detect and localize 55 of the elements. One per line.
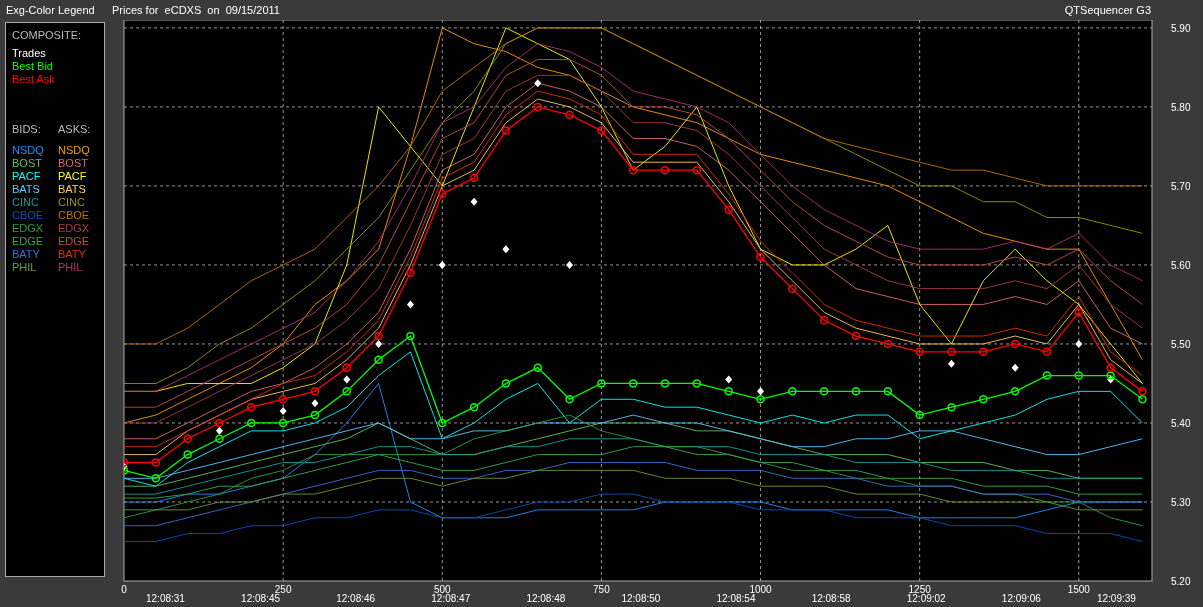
y-axis-label: 5.40	[1171, 417, 1191, 429]
legend-entry: BOST	[58, 157, 89, 169]
time-label: 12:08:31	[146, 593, 185, 604]
time-label: 12:08:50	[621, 593, 661, 604]
legend-heading: COMPOSITE:	[12, 29, 83, 41]
legend-entry: PACF	[58, 170, 88, 182]
legend-entry: PACF	[12, 170, 42, 182]
y-axis-label: 5.30	[1171, 497, 1191, 508]
legend-entry: Best Bid	[12, 60, 54, 72]
y-axis-label: 5.20	[1171, 576, 1191, 587]
y-axis-label: 5.50	[1171, 338, 1191, 350]
time-label: 12:08:45	[241, 593, 281, 604]
x-axis-label: 500	[433, 584, 451, 595]
legend-entry: BOST	[12, 157, 43, 169]
legend-entry: CINC	[58, 196, 86, 208]
time-label: 12:08:48	[526, 593, 566, 604]
legend-entry: EDGX	[12, 222, 45, 234]
chart-title: Prices for eCDXS on 09/15/2011	[112, 4, 281, 16]
time-label: 12:08:46	[336, 593, 376, 604]
y-axis-label: 5.80	[1171, 101, 1191, 113]
legend-entry: NSDQ	[12, 144, 45, 156]
legend-entry: Trades	[12, 47, 47, 59]
time-label: 12:09:39	[1096, 593, 1136, 604]
x-axis-label: 1250	[908, 584, 931, 595]
legend-heading: BIDS:	[12, 123, 42, 135]
legend-entry: NSDQ	[58, 144, 91, 156]
x-axis-label: 750	[593, 584, 610, 595]
legend-entry: Best Ask	[12, 73, 56, 85]
time-label: 12:08:58	[811, 593, 851, 604]
time-label: 12:08:47	[431, 593, 471, 604]
legend-entry: PHIL	[12, 261, 38, 273]
legend-entry: BATS	[58, 183, 87, 195]
legend-entry: PHIL	[58, 261, 84, 273]
legend-entry: BATY	[58, 248, 87, 260]
legend-entry: EDGE	[12, 235, 45, 247]
legend-entry: BATS	[12, 183, 41, 195]
y-axis-label: 5.70	[1171, 180, 1191, 192]
legend-entry: BATY	[12, 248, 41, 260]
legend-entry: CINC	[12, 196, 40, 208]
x-axis-label: 1500	[1067, 584, 1090, 595]
legend-entry: CBOE	[58, 209, 91, 221]
app-name: QTSequencer G3	[1064, 4, 1151, 16]
time-label: 12:09:06	[1001, 593, 1041, 604]
time-label: 12:09:02	[906, 593, 946, 604]
x-axis-label: 1000	[749, 584, 772, 595]
x-axis-label: 0	[121, 584, 127, 595]
legend-heading: ASKS:	[58, 123, 92, 135]
legend-entry: CBOE	[12, 209, 45, 221]
legend-title: Exg-Color Legend	[5, 4, 96, 16]
time-label: 12:08:54	[716, 593, 756, 604]
legend-entry: EDGE	[58, 235, 91, 247]
y-axis-label: 5.90	[1171, 22, 1191, 34]
x-axis-label: 250	[274, 584, 292, 595]
legend-entry: EDGX	[58, 222, 91, 234]
y-axis-label: 5.60	[1171, 259, 1191, 271]
